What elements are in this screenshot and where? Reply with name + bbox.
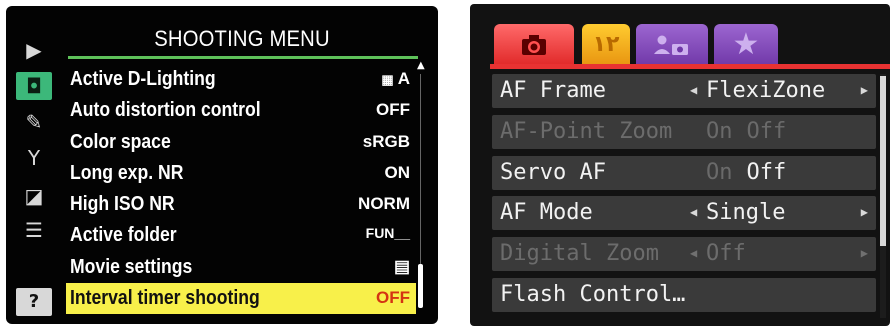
arrow-left-icon[interactable]: ◀ (690, 205, 697, 219)
scrollbar-thumb[interactable] (880, 76, 886, 246)
movie-settings-icon: ▤ (393, 256, 410, 276)
menu-item-value: ▦ A (381, 69, 410, 88)
menu-item-label: Color space (70, 130, 171, 153)
scrollbar-thumb[interactable] (418, 264, 423, 308)
menu-item-high-iso-nr[interactable]: High ISO NR NORM (66, 189, 416, 220)
menu-item-af-point-zoom[interactable]: AF-Point Zoom On Off (492, 114, 876, 149)
pencil-icon[interactable]: ✎ (16, 108, 52, 136)
my-camera-tab[interactable] (636, 24, 708, 66)
arrow-left-icon[interactable]: ◀ (690, 83, 697, 97)
option-off[interactable]: Off (747, 160, 787, 185)
menu-item-value: On Off (706, 119, 786, 144)
menu-item-label: Long exp. NR (70, 161, 184, 184)
title-divider (68, 56, 418, 59)
menu-item-value: ON (384, 162, 411, 182)
camera-tab[interactable] (494, 24, 574, 66)
scroll-up-arrow-icon: ▲ (417, 60, 425, 71)
arrow-right-icon[interactable]: ▶ (861, 205, 868, 219)
menu-item-label: Interval timer shooting (70, 287, 260, 310)
menu-item-label: AF Frame (500, 78, 606, 103)
scrollbar-track[interactable] (420, 74, 421, 264)
menu-item-af-mode[interactable]: AF Mode ◀ Single ▶ (492, 196, 876, 231)
menu-list: Active D-Lighting ▦ A Auto distortion co… (66, 64, 416, 315)
menu-item-label: AF Mode (500, 200, 593, 226)
help-icon[interactable]: ? (16, 288, 52, 316)
menu-item-color-space[interactable]: Color space sRGB (66, 127, 416, 158)
menu-item-auto-distortion-control[interactable]: Auto distortion control OFF (66, 95, 416, 126)
menu-item-digital-zoom[interactable]: Digital Zoom ◀ Off ▶ (492, 237, 876, 272)
menu-item-af-frame[interactable]: AF Frame ◀ FlexiZone ▶ (492, 74, 876, 108)
menu-item-movie-settings[interactable]: Movie settings ▤ (66, 252, 416, 283)
menu-item-label: Servo AF (500, 159, 606, 185)
menu-item-active-d-lighting[interactable]: Active D-Lighting ▦ A (66, 64, 416, 95)
arrow-right-icon[interactable]: ▶ (861, 246, 868, 260)
menu-item-label: Movie settings (70, 255, 193, 278)
retouch-icon[interactable]: ◪ (16, 182, 52, 210)
wrench-icon: ۱۲ (592, 32, 620, 57)
menu-title: SHOOTING MENU (154, 26, 330, 51)
menu-item-value: FUN__ (365, 225, 410, 242)
camera-icon[interactable]: ◘ (16, 72, 52, 100)
menu-item-label: AF-Point Zoom (500, 118, 673, 144)
nikon-shooting-menu-screen: ▶ ◘ ✎ Y ◪ ☰ ? SHOOTING MENU Active D-Lig… (6, 6, 438, 324)
star-icon: ★ (732, 27, 760, 62)
menu-item-flash-control[interactable]: Flash Control… (492, 277, 876, 312)
menu-item-label: Active folder (70, 224, 177, 247)
menu-list: AF Frame ◀ FlexiZone ▶ AF-Point Zoom On O… (492, 74, 876, 319)
option-on[interactable]: On (706, 160, 733, 185)
menu-item-interval-timer-shooting[interactable]: Interval timer shooting OFF (66, 283, 416, 315)
menu-item-long-exp-nr[interactable]: Long exp. NR ON (66, 158, 416, 189)
menu-item-value: OFF (376, 100, 410, 120)
menu-item-value: OFF (376, 288, 410, 308)
menu-item-value: On Off (706, 160, 786, 185)
menu-item-servo-af[interactable]: Servo AF On Off (492, 155, 876, 190)
menu-item-active-folder[interactable]: Active folder FUN__ (66, 220, 416, 251)
menu-sidebar: ▶ ◘ ✎ Y ◪ ☰ ? (12, 12, 58, 318)
arrow-right-icon[interactable]: ▶ (861, 83, 868, 97)
canon-menu-screen: ۱۲ ★ AF Frame ◀ FlexiZone ▶ AF-Point Zoo… (470, 4, 890, 326)
menu-item-label: Flash Control… (500, 281, 686, 307)
arrow-left-icon[interactable]: ◀ (690, 246, 697, 260)
my-menu-tab[interactable]: ★ (714, 24, 778, 66)
tab-underline (490, 64, 890, 69)
camera-icon (522, 35, 546, 55)
menu-item-label: Active D-Lighting (70, 68, 216, 90)
wrench-icon[interactable]: Y (16, 144, 52, 172)
menu-item-value: FlexiZone (706, 78, 826, 103)
option-off[interactable]: Off (747, 119, 787, 144)
menu-item-value: Off (706, 241, 746, 267)
d-lighting-icon: ▦ (381, 72, 394, 87)
setup-tab[interactable]: ۱۲ (582, 24, 630, 66)
menu-item-label: Auto distortion control (70, 99, 261, 122)
menu-item-label: High ISO NR (70, 193, 175, 216)
menu-item-value: sRGB (362, 131, 410, 151)
option-on[interactable]: On (706, 119, 733, 144)
playback-icon[interactable]: ▶ (16, 36, 52, 64)
menu-item-value: Single (706, 200, 786, 226)
my-menu-icon[interactable]: ☰ (16, 216, 52, 244)
menu-item-value: NORM (358, 194, 410, 214)
menu-item-label: Digital Zoom (500, 241, 659, 267)
person-camera-icon (654, 35, 688, 55)
